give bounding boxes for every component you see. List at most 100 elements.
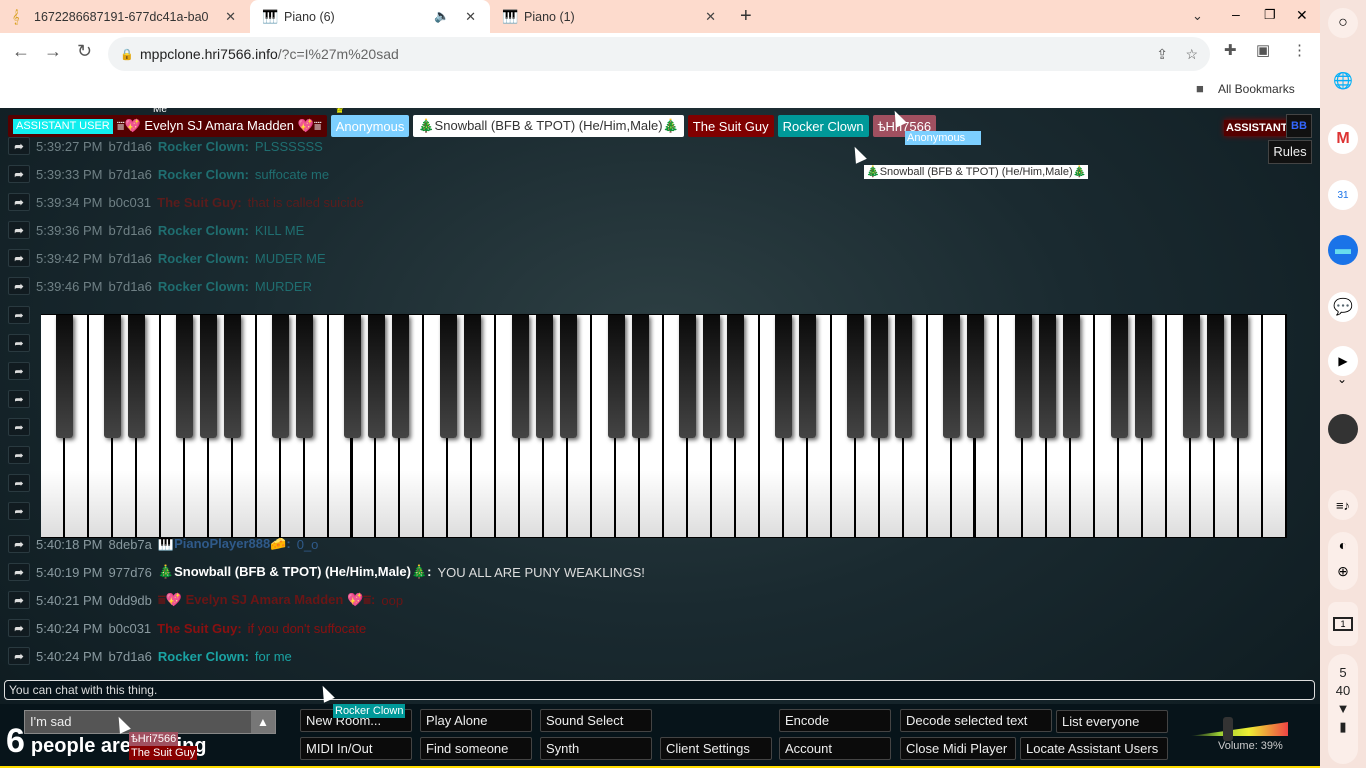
desk-button[interactable]: 1 <box>1328 602 1358 646</box>
all-bookmarks[interactable]: All Bookmarks <box>1218 82 1295 96</box>
share-icon[interactable]: ⇪ <box>1156 46 1168 63</box>
reply-icon[interactable]: ➦ <box>8 277 30 295</box>
reply-icon[interactable]: ➦ <box>8 563 30 581</box>
piano-app-icon[interactable] <box>1328 414 1358 444</box>
minimize-button[interactable]: – <box>1232 6 1240 22</box>
extensions-icon[interactable]: ✚ <box>1224 41 1237 59</box>
black-key[interactable] <box>56 315 74 438</box>
button-find-someone[interactable]: Find someone <box>420 737 532 760</box>
black-key[interactable] <box>1182 315 1200 438</box>
reply-icon[interactable]: ➦ <box>8 502 30 520</box>
black-key[interactable] <box>176 315 194 438</box>
launcher-icon[interactable]: ○ <box>1328 8 1358 38</box>
button-locate-assistant-users[interactable]: Locate Assistant Users <box>1020 737 1168 760</box>
black-key[interactable] <box>367 315 385 438</box>
black-key[interactable] <box>535 315 553 438</box>
reply-icon[interactable]: ➦ <box>8 418 30 436</box>
user-badge-me[interactable]: ASSISTANT USER ⩸💖 Evelyn SJ Amara Madden … <box>8 108 327 137</box>
black-key[interactable] <box>463 315 481 438</box>
black-key[interactable] <box>200 315 218 438</box>
black-key[interactable] <box>895 315 913 438</box>
bb-button[interactable]: BB <box>1286 114 1312 138</box>
reply-icon[interactable]: ➦ <box>8 362 30 380</box>
restore-button[interactable]: ❐ <box>1264 7 1276 23</box>
user-badge[interactable]: ♛ Anonymous <box>330 108 410 137</box>
user-badge[interactable]: Rocker Clown <box>777 115 869 137</box>
calendar-icon[interactable]: 31 <box>1328 180 1358 210</box>
tab-1[interactable]: 𝄞 1672286687191-677dc41a-ba0 ✕ <box>0 0 250 33</box>
tab-2[interactable]: 🎹 Piano (6) 🔈 ✕ <box>250 0 490 33</box>
button-decode-selected-text[interactable]: Decode selected text <box>900 709 1052 732</box>
button-account[interactable]: Account <box>779 737 891 760</box>
reply-icon[interactable]: ➦ <box>8 619 30 637</box>
black-key[interactable] <box>296 315 314 438</box>
new-tab-button[interactable]: + <box>740 5 752 28</box>
black-key[interactable] <box>272 315 290 438</box>
reply-icon[interactable]: ➦ <box>8 591 30 609</box>
white-key[interactable] <box>1263 315 1287 537</box>
close-window-button[interactable]: ✕ <box>1296 7 1308 24</box>
black-key[interactable] <box>391 315 409 438</box>
black-key[interactable] <box>1014 315 1032 438</box>
volume-slider-handle[interactable] <box>1223 717 1233 741</box>
reload-icon[interactable]: ↻ <box>77 41 92 62</box>
button-close-midi-player[interactable]: Close Midi Player <box>900 737 1016 760</box>
rules-button[interactable]: Rules <box>1268 140 1312 164</box>
menu-icon[interactable]: ⋮ <box>1292 41 1307 59</box>
black-key[interactable] <box>224 315 242 438</box>
reply-icon[interactable]: ➦ <box>8 249 30 267</box>
button-client-settings[interactable]: Client Settings <box>660 737 772 760</box>
black-key[interactable] <box>703 315 721 438</box>
reply-icon[interactable]: ➦ <box>8 647 30 665</box>
button-midi-in-out[interactable]: MIDI In/Out <box>300 737 412 760</box>
black-key[interactable] <box>775 315 793 438</box>
side-panel-icon[interactable]: ▣ <box>1256 41 1270 59</box>
black-key[interactable] <box>1038 315 1056 438</box>
reply-icon[interactable]: ➦ <box>8 306 30 324</box>
button-sound-select[interactable]: Sound Select <box>540 709 652 732</box>
black-key[interactable] <box>104 315 122 438</box>
black-key[interactable] <box>559 315 577 438</box>
black-key[interactable] <box>871 315 889 438</box>
close-tab-icon[interactable]: ✕ <box>465 9 476 25</box>
black-key[interactable] <box>727 315 745 438</box>
tab-search-icon[interactable]: ⌄ <box>1192 8 1203 24</box>
reply-icon[interactable]: ➦ <box>8 137 30 155</box>
button-play-alone[interactable]: Play Alone <box>420 709 532 732</box>
reply-icon[interactable]: ➦ <box>8 535 30 553</box>
system-clock[interactable]: 5 40 ▼ ▮ <box>1328 654 1358 764</box>
reply-icon[interactable]: ➦ <box>8 193 30 211</box>
user-badge[interactable]: The Suit Guy <box>687 115 774 137</box>
volume-slider-track[interactable] <box>1190 722 1288 736</box>
black-key[interactable] <box>439 315 457 438</box>
bookmark-star-icon[interactable]: ☆ <box>1185 46 1198 63</box>
user-badge[interactable]: 🎄Snowball (BFB & TPOT) (He/Him,Male)🎄 <box>413 115 684 137</box>
reply-icon[interactable]: ➦ <box>8 334 30 352</box>
tab-3[interactable]: 🎹 Piano (1) ✕ <box>490 0 730 33</box>
button-synth[interactable]: Synth <box>540 737 652 760</box>
black-key[interactable] <box>799 315 817 438</box>
reply-icon[interactable]: ➦ <box>8 446 30 464</box>
reply-icon[interactable]: ➦ <box>8 474 30 492</box>
black-key[interactable] <box>1230 315 1248 438</box>
speaker-icon[interactable]: 🔈 <box>434 9 450 24</box>
black-key[interactable] <box>1110 315 1128 438</box>
back-icon[interactable]: ← <box>12 41 30 62</box>
chat-input[interactable]: You can chat with this thing. <box>4 680 1315 700</box>
black-key[interactable] <box>847 315 865 438</box>
chrome-icon[interactable]: 🌐 <box>1328 66 1358 96</box>
files-icon[interactable]: ▬ <box>1328 235 1358 265</box>
button-encode[interactable]: Encode <box>779 709 891 732</box>
black-key[interactable] <box>344 315 361 438</box>
black-key[interactable] <box>679 315 697 438</box>
button-list-everyone[interactable]: List everyone <box>1056 710 1168 733</box>
black-key[interactable] <box>1206 315 1224 438</box>
black-key[interactable] <box>631 315 649 438</box>
black-key[interactable] <box>1134 315 1152 438</box>
close-tab-icon[interactable]: ✕ <box>225 9 236 25</box>
forward-icon[interactable]: → <box>44 41 62 62</box>
piano-keyboard[interactable] <box>41 314 1287 538</box>
address-bar[interactable]: 🔒 mppclone.hri7566.info/?c=I%27m%20sad ⇪ ☆ <box>108 37 1210 71</box>
black-key[interactable] <box>128 315 146 438</box>
black-key[interactable] <box>943 315 961 438</box>
